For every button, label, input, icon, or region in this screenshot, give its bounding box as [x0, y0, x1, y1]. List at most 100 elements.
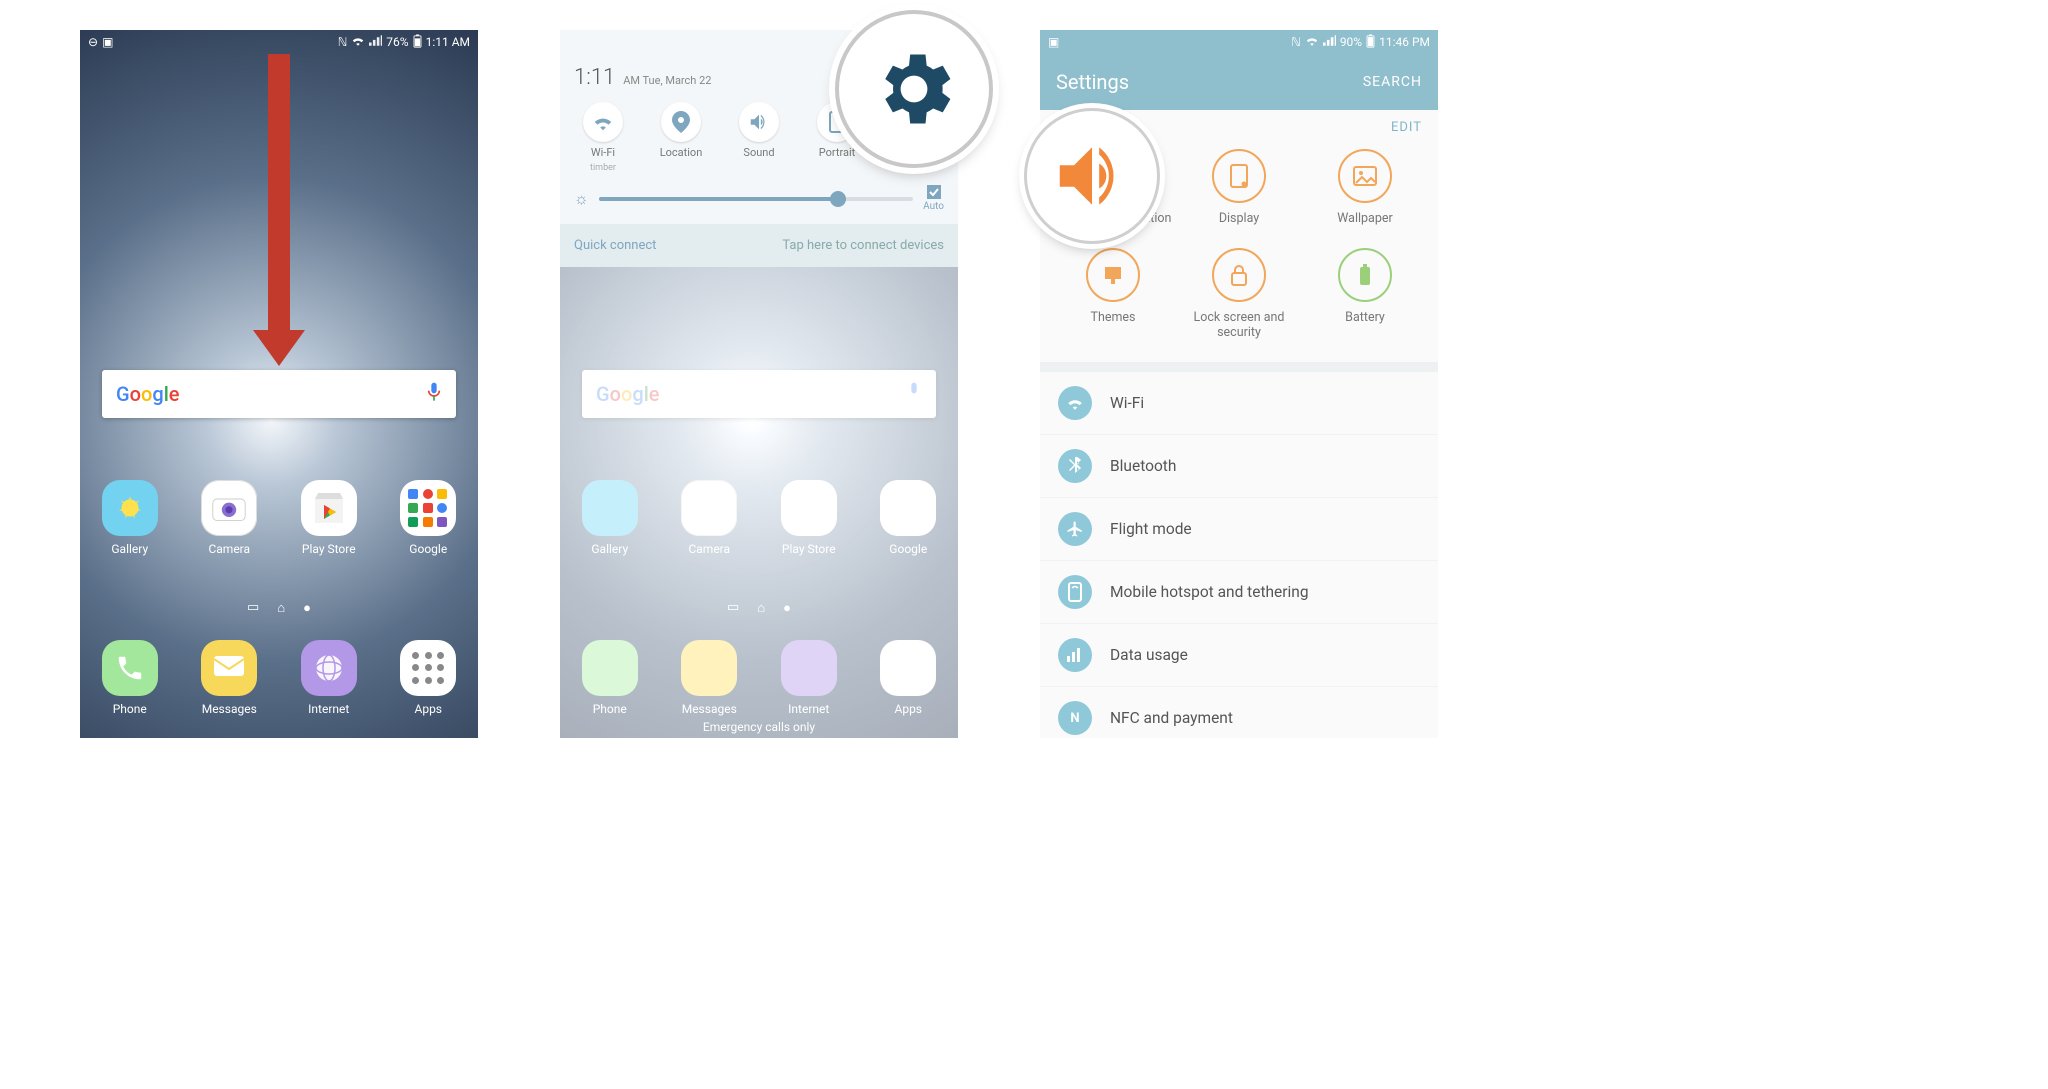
- hotspot-icon: [1058, 575, 1092, 609]
- status-bar: ⊖ ▣ ℕ 76% 1:11 AM: [80, 30, 478, 54]
- panel-time: 1:11: [574, 65, 615, 90]
- quick-connect-bar[interactable]: Quick connect Tap here to connect device…: [560, 224, 958, 267]
- bluetooth-icon: [1058, 449, 1092, 483]
- app-label: Messages: [202, 702, 257, 716]
- battery-percent: 76%: [386, 35, 408, 49]
- qs-label: Sound: [743, 146, 774, 159]
- location-icon: [661, 102, 701, 142]
- qs-sublabel: timber: [590, 163, 616, 173]
- phone-home-screen: ⊖ ▣ ℕ 76% 1:11 AM Google: [80, 30, 478, 738]
- settings-header: Settings SEARCH: [1040, 54, 1438, 110]
- gallery-icon: [102, 480, 158, 536]
- google-logo: Google: [116, 382, 180, 406]
- qs-label: Wi-Fi: [591, 146, 615, 159]
- qs-location[interactable]: Location: [650, 102, 712, 173]
- airplane-icon: [1058, 512, 1092, 546]
- home-page-icon: ⌂: [277, 600, 285, 616]
- item-label: NFC and payment: [1110, 709, 1233, 727]
- grid-label: Wallpaper: [1337, 211, 1392, 226]
- app-label: Camera: [208, 542, 250, 556]
- battery-icon: [1366, 34, 1375, 51]
- app-label: Play Store: [302, 542, 356, 556]
- sound-icon: [739, 102, 779, 142]
- qs-wifi[interactable]: Wi-Fi timber: [572, 102, 634, 173]
- lock-icon: [1212, 248, 1266, 302]
- settings-title: Settings: [1056, 70, 1129, 94]
- wifi-icon: [1305, 35, 1319, 49]
- data-usage-icon: [1058, 638, 1092, 672]
- auto-label: Auto: [923, 201, 944, 212]
- brightness-thumb[interactable]: [830, 191, 846, 207]
- nfc-icon: ℕ: [338, 35, 348, 49]
- app-internet[interactable]: Internet: [290, 640, 368, 716]
- page-indicator[interactable]: ▭ ⌂ ●: [80, 600, 478, 616]
- clock: 11:46 PM: [1379, 35, 1430, 49]
- highlight-sounds-icon: [1024, 108, 1160, 244]
- wifi-icon: [1058, 386, 1092, 420]
- item-label: Mobile hotspot and tethering: [1110, 583, 1309, 601]
- signal-icon: [369, 35, 382, 49]
- grid-themes[interactable]: Themes: [1050, 248, 1176, 340]
- item-label: Bluetooth: [1110, 457, 1176, 475]
- dnd-icon: ⊖: [88, 35, 98, 49]
- settings-item-hotspot[interactable]: Mobile hotspot and tethering: [1040, 561, 1438, 624]
- settings-item-bluetooth[interactable]: Bluetooth: [1040, 435, 1438, 498]
- grid-label: Lock screen and security: [1176, 310, 1302, 340]
- grid-wallpaper[interactable]: Wallpaper: [1302, 149, 1428, 226]
- themes-icon: [1086, 248, 1140, 302]
- panel-date: AM Tue, March 22: [623, 74, 711, 87]
- clock: 1:11 AM: [426, 35, 470, 49]
- app-label: Apps: [415, 702, 443, 716]
- app-label: Phone: [113, 702, 147, 716]
- app-gallery[interactable]: Gallery: [91, 480, 169, 556]
- screenshot-icon: ▣: [102, 35, 113, 49]
- apps-icon: [400, 640, 456, 696]
- wifi-icon: [351, 35, 365, 49]
- highlight-settings-gear: [835, 10, 993, 168]
- messages-icon: [201, 640, 257, 696]
- app-label: Google: [409, 542, 447, 556]
- settings-item-data-usage[interactable]: Data usage: [1040, 624, 1438, 687]
- item-label: Flight mode: [1110, 520, 1192, 538]
- signal-icon: [1323, 35, 1336, 49]
- app-google-folder[interactable]: Google: [389, 480, 467, 556]
- app-apps-drawer[interactable]: Apps: [389, 640, 467, 716]
- app-messages[interactable]: Messages: [190, 640, 268, 716]
- search-button[interactable]: SEARCH: [1363, 74, 1422, 90]
- grid-display[interactable]: Display: [1176, 149, 1302, 226]
- phone-icon: [102, 640, 158, 696]
- auto-brightness-icon: ☼: [574, 189, 589, 209]
- qs-sound[interactable]: Sound: [728, 102, 790, 173]
- app-label: Internet: [308, 702, 349, 716]
- page-dot: ●: [303, 600, 311, 616]
- display-icon: [1212, 149, 1266, 203]
- qs-label: Portrait: [819, 146, 856, 159]
- settings-item-nfc[interactable]: N NFC and payment: [1040, 687, 1438, 738]
- item-label: Data usage: [1110, 646, 1188, 664]
- quick-connect-label: Quick connect: [574, 238, 656, 253]
- app-play-store[interactable]: Play Store: [290, 480, 368, 556]
- battery-icon: [413, 34, 422, 51]
- swipe-down-arrow: [268, 54, 290, 344]
- app-phone[interactable]: Phone: [91, 640, 169, 716]
- section-divider: [1040, 362, 1438, 372]
- dock: Phone Messages Internet Apps: [80, 640, 478, 716]
- auto-brightness-toggle[interactable]: Auto: [923, 185, 944, 212]
- item-label: Wi-Fi: [1110, 394, 1144, 412]
- battery-icon: [1338, 248, 1392, 302]
- nfc-icon: N: [1058, 701, 1092, 735]
- mic-icon[interactable]: [426, 381, 442, 407]
- settings-item-flight-mode[interactable]: Flight mode: [1040, 498, 1438, 561]
- grid-label: Themes: [1090, 310, 1135, 325]
- grid-battery[interactable]: Battery: [1302, 248, 1428, 340]
- wallpaper-icon: [1338, 149, 1392, 203]
- internet-icon: [301, 640, 357, 696]
- grid-label: Battery: [1345, 310, 1385, 325]
- settings-item-wifi[interactable]: Wi-Fi: [1040, 372, 1438, 435]
- brightness-slider-row: ☼ Auto: [560, 179, 958, 224]
- brightness-slider[interactable]: [599, 197, 913, 201]
- google-search-bar[interactable]: Google: [102, 370, 456, 418]
- grid-label: Display: [1219, 211, 1259, 226]
- app-camera[interactable]: Camera: [190, 480, 268, 556]
- grid-lock-security[interactable]: Lock screen and security: [1176, 248, 1302, 340]
